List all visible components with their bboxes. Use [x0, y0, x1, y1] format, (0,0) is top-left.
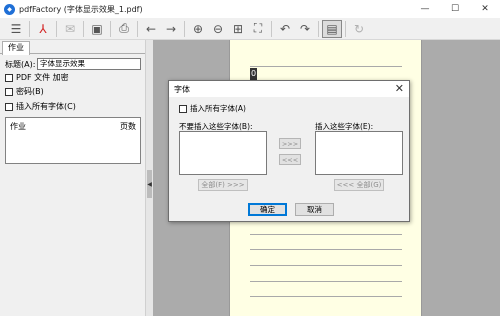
refresh-icon[interactable]: ↻ — [349, 20, 369, 38]
password-checkbox[interactable] — [5, 87, 13, 96]
pdf-icon[interactable]: ⅄ — [33, 20, 53, 38]
embed-all-label: 插入所有字体(A) — [190, 104, 246, 113]
move-all-left-button[interactable]: <<< 全部(G) — [334, 179, 384, 191]
col-job[interactable]: 作业 — [10, 121, 26, 132]
print-icon[interactable]: ⎙ — [114, 20, 134, 38]
toolbar-separator — [345, 20, 346, 37]
panel-splitter[interactable]: ◀ — [145, 40, 153, 316]
toolbar-separator — [137, 20, 138, 37]
embed-font-list[interactable] — [315, 131, 403, 175]
embed-fonts-label: 插入所有字体(C) — [16, 102, 76, 111]
menu-icon[interactable]: ☰ — [6, 20, 26, 38]
tab-strip: 作业 — [0, 40, 145, 55]
not-embed-font-list[interactable] — [179, 131, 267, 175]
fit-width-icon[interactable]: ⊞ — [228, 20, 248, 38]
move-right-button[interactable]: >>> — [279, 138, 301, 149]
password-label: 密码(B) — [16, 87, 44, 96]
zoom-out-icon[interactable]: ⊖ — [208, 20, 228, 38]
col-pages[interactable]: 页数 — [120, 121, 136, 132]
pdfa-row[interactable]: PDF 文件 加密 — [5, 72, 69, 83]
close-button[interactable]: ✕ — [470, 0, 500, 18]
title-input[interactable]: 字体显示效果 — [37, 58, 141, 70]
embed-all-checkbox[interactable] — [179, 104, 187, 113]
page-line — [250, 66, 402, 67]
ok-button[interactable]: 确定 — [248, 203, 287, 216]
forward-arrow-icon[interactable]: → — [161, 20, 181, 38]
cancel-button[interactable]: 取消 — [295, 203, 334, 216]
app-logo-icon: ◆ — [4, 3, 15, 15]
page-line — [250, 249, 402, 250]
back-arrow-icon[interactable]: ← — [141, 20, 161, 38]
dialog-title: 字体 — [174, 84, 190, 94]
font-dialog: 字体 ✕ 插入所有字体(A) 不要插入这些字体(B): 插入这些字体(E): >… — [168, 80, 410, 222]
title-label: 标题(A): — [5, 59, 36, 69]
toolbar-separator — [83, 20, 84, 37]
page-line — [250, 296, 402, 297]
move-left-button[interactable]: <<< — [279, 154, 301, 165]
undo-icon[interactable]: ↶ — [275, 20, 295, 38]
password-row[interactable]: 密码(B) — [5, 86, 44, 97]
title-field-row: 标题(A): 字体显示效果 — [5, 58, 141, 70]
job-list[interactable]: 作业 页数 — [5, 117, 141, 164]
tab-job[interactable]: 作业 — [2, 41, 30, 55]
job-list-header: 作业 页数 — [6, 118, 140, 135]
toolbar-separator — [184, 20, 185, 37]
redo-icon[interactable]: ↷ — [295, 20, 315, 38]
zoom-in-icon[interactable]: ⊕ — [188, 20, 208, 38]
page-line — [250, 265, 402, 266]
title-bar: ◆ pdfFactory (字体显示效果_1.pdf) — ☐ ✕ — [0, 0, 500, 18]
minimize-button[interactable]: — — [410, 0, 440, 18]
embed-all-row[interactable]: 插入所有字体(A) — [179, 103, 246, 114]
toolbar-separator — [318, 20, 319, 37]
collapse-arrow-icon[interactable]: ◀ — [147, 170, 152, 198]
email-icon[interactable]: ✉ — [60, 20, 80, 38]
embed-fonts-row[interactable]: 插入所有字体(C) — [5, 101, 76, 112]
document-view-icon[interactable]: ▤ — [322, 19, 342, 38]
fit-page-icon[interactable]: ⛶ — [248, 20, 268, 38]
maximize-button[interactable]: ☐ — [440, 0, 470, 18]
pdfa-label: PDF 文件 加密 — [16, 73, 69, 82]
page-line — [250, 281, 402, 282]
dialog-title-bar: 字体 ✕ — [169, 81, 409, 97]
toolbar-separator — [271, 20, 272, 37]
toolbar: ☰ ⅄ ✉ ▣ ⎙ ← → ⊕ ⊖ ⊞ ⛶ ↶ ↷ ▤ ↻ — [0, 18, 500, 40]
save-icon[interactable]: ▣ — [87, 20, 107, 38]
embed-fonts-checkbox[interactable] — [5, 102, 13, 111]
move-all-right-button[interactable]: 全部(F) >>> — [198, 179, 248, 191]
page-line — [250, 234, 402, 235]
toolbar-separator — [56, 20, 57, 37]
toolbar-separator — [29, 20, 30, 37]
toolbar-separator — [110, 20, 111, 37]
page-cursor-char: 0 — [250, 68, 257, 80]
dialog-close-icon[interactable]: ✕ — [395, 82, 404, 95]
window-title: pdfFactory (字体显示效果_1.pdf) — [19, 4, 143, 14]
left-panel: 作业 标题(A): 字体显示效果 PDF 文件 加密 密码(B) 插入所有字体(… — [0, 40, 145, 316]
window-controls: — ☐ ✕ — [410, 0, 500, 18]
pdfa-checkbox[interactable] — [5, 73, 13, 82]
